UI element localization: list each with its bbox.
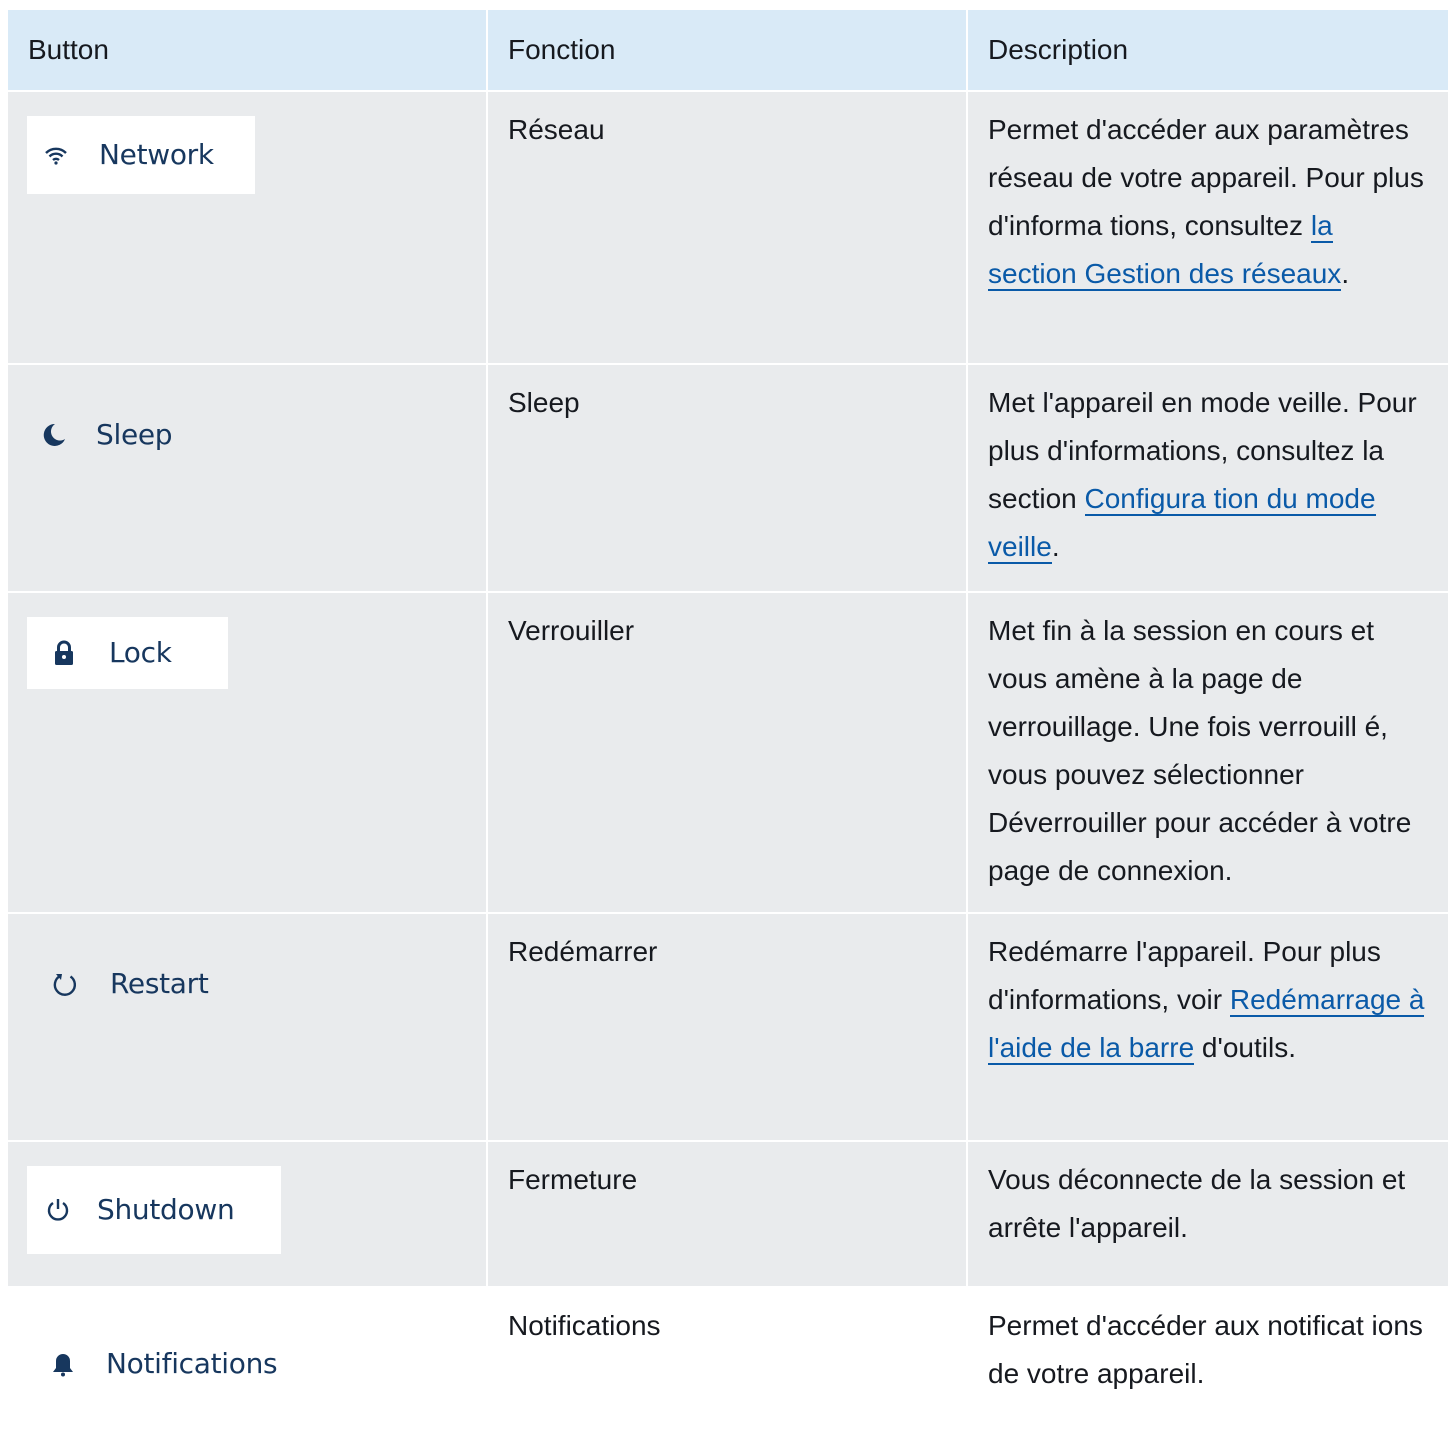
bell-icon bbox=[50, 1351, 76, 1377]
description-text: Met fin à la session en cours et vous am… bbox=[988, 615, 1412, 886]
network-button: Network bbox=[27, 116, 255, 194]
lock-icon bbox=[51, 640, 77, 666]
shutdown-button: Shutdown bbox=[27, 1166, 281, 1254]
fonction-cell: Réseau bbox=[486, 90, 967, 364]
button-cell: Restart bbox=[8, 912, 487, 1141]
button-cell: Shutdown bbox=[8, 1140, 487, 1287]
shutdown-button-label: Shutdown bbox=[97, 1193, 235, 1226]
description-cell: Permet d'accéder aux notificat ions de v… bbox=[966, 1286, 1448, 1438]
table-row: Lock Verrouiller Met fin à la session en… bbox=[8, 591, 1448, 913]
moon-icon bbox=[40, 422, 66, 448]
restart-button: Restart bbox=[40, 964, 209, 1004]
network-button-label: Network bbox=[99, 138, 214, 171]
fonction-cell: Notifications bbox=[486, 1286, 967, 1438]
button-cell: Network bbox=[8, 90, 487, 364]
table-header-row: Button Fonction Description bbox=[8, 8, 1448, 91]
table-row: Restart Redémarrer Redémarre l'appareil.… bbox=[8, 912, 1448, 1141]
fonction-cell: Redémarrer bbox=[486, 912, 967, 1141]
description-cell: Vous déconnecte de la session et arrête … bbox=[966, 1140, 1448, 1287]
header-button: Button bbox=[8, 8, 487, 91]
fonction-cell: Fermeture bbox=[486, 1140, 967, 1287]
lock-button: Lock bbox=[27, 617, 228, 689]
description-cell: Met l'appareil en mode veille. Pour plus… bbox=[966, 363, 1448, 592]
fonction-cell: Sleep bbox=[486, 363, 967, 592]
fonction-cell: Verrouiller bbox=[486, 591, 967, 913]
table-row: Sleep Sleep Met l'appareil en mode veill… bbox=[8, 363, 1448, 592]
restart-button-label: Restart bbox=[110, 967, 209, 1000]
description-text-after: . bbox=[1341, 258, 1350, 289]
button-cell: Sleep bbox=[8, 363, 487, 592]
table-row: Shutdown Fermeture Vous déconnecte de la… bbox=[8, 1140, 1448, 1287]
header-description: Description bbox=[966, 8, 1448, 91]
table-row: Network Réseau Permet d'accéder aux para… bbox=[8, 90, 1448, 364]
description-text-after: d'outils. bbox=[1194, 1032, 1296, 1063]
description-text: Permet d'accéder aux paramètres réseau d… bbox=[988, 114, 1424, 241]
sleep-button-label: Sleep bbox=[96, 418, 173, 451]
description-text: Vous déconnecte de la session et arrête … bbox=[988, 1164, 1406, 1243]
lock-button-label: Lock bbox=[109, 636, 172, 669]
description-cell: Permet d'accéder aux paramètres réseau d… bbox=[966, 90, 1448, 364]
power-icon bbox=[45, 1197, 71, 1223]
description-text: Permet d'accéder aux notificat ions de v… bbox=[988, 1310, 1423, 1389]
header-fonction: Fonction bbox=[486, 8, 967, 91]
notifications-button: Notifications bbox=[50, 1344, 278, 1384]
button-cell: Lock bbox=[8, 591, 487, 913]
sleep-button: Sleep bbox=[40, 415, 173, 455]
toolbar-buttons-table: Button Fonction Description Network Rése… bbox=[8, 8, 1448, 1438]
button-cell: Notifications bbox=[8, 1286, 487, 1438]
restart-icon bbox=[52, 971, 78, 997]
notifications-button-label: Notifications bbox=[106, 1347, 278, 1380]
description-cell: Redémarre l'appareil. Pour plus d'inform… bbox=[966, 912, 1448, 1141]
table-row: Notifications Notifications Permet d'acc… bbox=[8, 1286, 1448, 1438]
description-cell: Met fin à la session en cours et vous am… bbox=[966, 591, 1448, 913]
description-text-after: . bbox=[1051, 531, 1060, 562]
wifi-icon bbox=[43, 142, 69, 168]
